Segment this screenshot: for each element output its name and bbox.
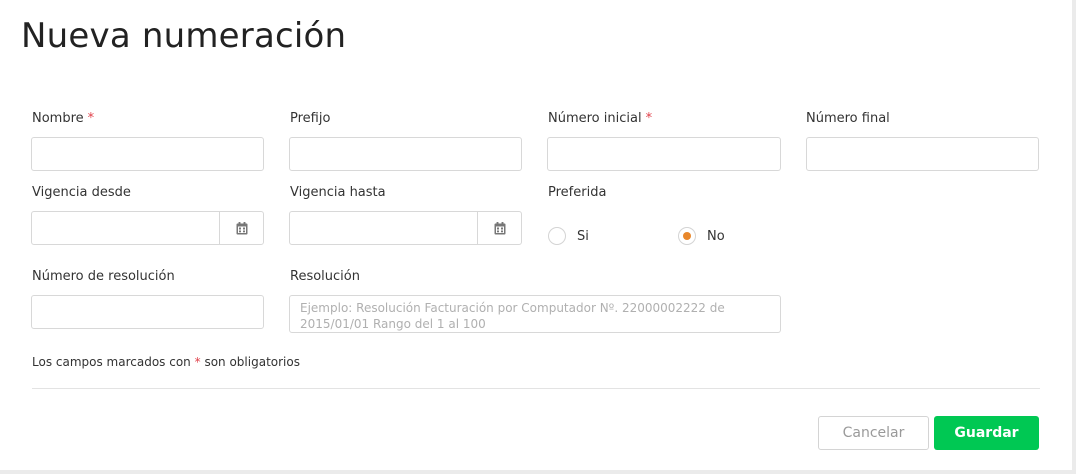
new-numbering-panel: Nueva numeración Nombre * Prefijo Número …: [0, 0, 1072, 470]
calendar-icon: [494, 221, 505, 234]
prefijo-label: Prefijo: [290, 111, 331, 126]
preferida-option-no[interactable]: No: [678, 227, 725, 245]
numero-inicial-field-box: [547, 137, 781, 171]
divider: [32, 388, 1040, 389]
vigencia-desde-field-box: [31, 211, 264, 245]
numero-final-label: Número final: [806, 111, 890, 126]
calendar-icon: [236, 221, 247, 234]
radio-si-label: Si: [577, 228, 589, 244]
required-mark: *: [194, 355, 201, 369]
nombre-input[interactable]: [32, 138, 263, 170]
radio-no[interactable]: [678, 227, 696, 245]
nombre-label: Nombre *: [32, 111, 94, 126]
required-fields-note: Los campos marcados con * son obligatori…: [32, 355, 300, 369]
prefijo-input[interactable]: [290, 138, 521, 170]
vigencia-desde-input[interactable]: [32, 212, 219, 244]
nombre-field-box: [31, 137, 264, 171]
cancel-button[interactable]: Cancelar: [818, 416, 929, 450]
numero-final-field-box: [806, 137, 1039, 171]
radio-si[interactable]: [548, 227, 566, 245]
numero-resolucion-input[interactable]: [32, 296, 263, 328]
nombre-label-text: Nombre: [32, 111, 84, 126]
vigencia-hasta-label: Vigencia hasta: [290, 185, 386, 200]
numero-resolucion-label: Número de resolución: [32, 269, 175, 284]
vigencia-desde-calendar-button[interactable]: [219, 212, 263, 244]
prefijo-field-box: [289, 137, 522, 171]
note-prefix: Los campos marcados con: [32, 355, 191, 369]
preferida-label: Preferida: [548, 185, 607, 200]
numero-final-input[interactable]: [807, 138, 1038, 170]
vigencia-hasta-field-box: [289, 211, 522, 245]
numero-inicial-label-text: Número inicial: [548, 111, 642, 126]
resolucion-label: Resolución: [290, 269, 360, 284]
vigencia-desde-label: Vigencia desde: [32, 185, 131, 200]
radio-no-label: No: [707, 228, 725, 244]
vigencia-hasta-calendar-button[interactable]: [477, 212, 521, 244]
resolucion-textarea[interactable]: Ejemplo: Resolución Facturación por Comp…: [289, 295, 781, 333]
numero-inicial-label: Número inicial *: [548, 111, 652, 126]
page-title: Nueva numeración: [21, 16, 347, 56]
vigencia-hasta-input[interactable]: [290, 212, 477, 244]
note-suffix: son obligatorios: [204, 355, 300, 369]
preferida-option-si[interactable]: Si: [548, 227, 589, 245]
required-mark: *: [87, 111, 95, 126]
numero-inicial-input[interactable]: [548, 138, 780, 170]
numero-resolucion-field-box: [31, 295, 264, 329]
save-button[interactable]: Guardar: [934, 416, 1039, 450]
required-mark: *: [645, 111, 653, 126]
